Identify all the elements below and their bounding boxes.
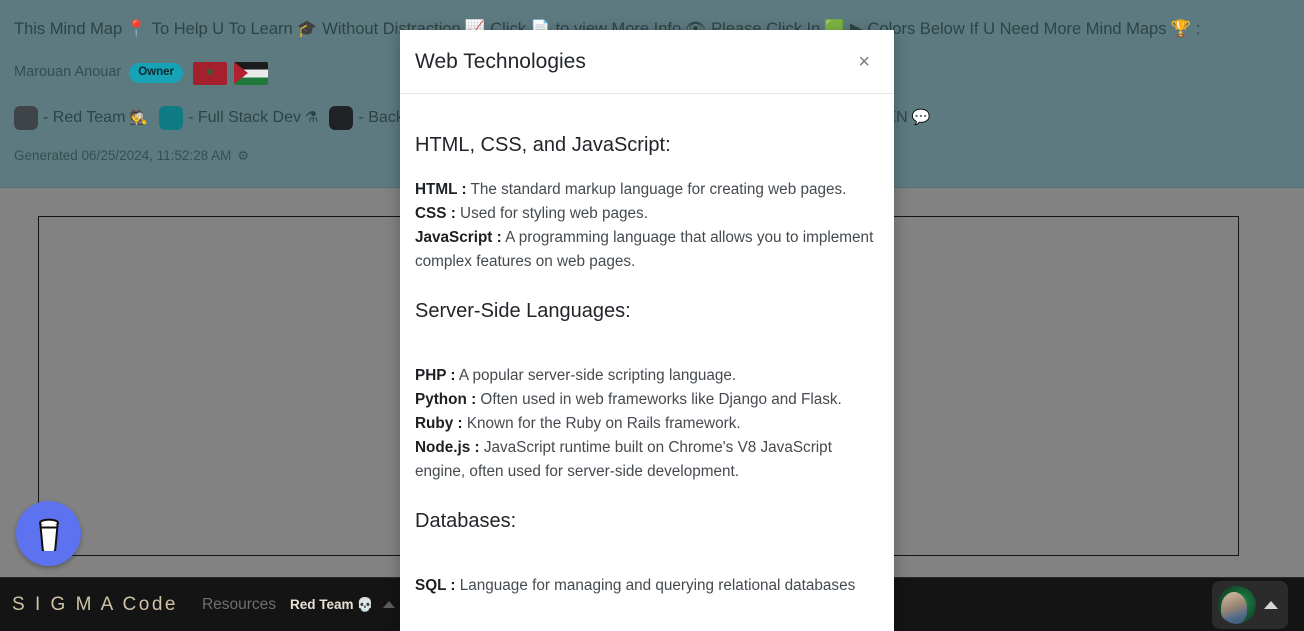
detective-icon: 🕵️ xyxy=(129,108,149,126)
modal-definition-row: PHP : A popular server-side scripting la… xyxy=(415,364,879,388)
buy-me-a-coffee-button[interactable] xyxy=(16,501,81,566)
modal-description: Used for styling web pages. xyxy=(455,205,648,222)
brand-logo[interactable]: S I G M A Code xyxy=(12,594,178,616)
skull-icon: 💀 xyxy=(356,596,374,612)
close-icon[interactable]: × xyxy=(856,52,872,72)
speech-bubble-icon: 💬 xyxy=(911,108,931,126)
legend-label: - Full Stack Dev xyxy=(188,109,302,127)
tagline-segment: This Mind Map xyxy=(14,19,123,38)
owner-badge: Owner xyxy=(129,63,184,83)
modal-term: Node.js : xyxy=(415,439,480,456)
trophy-icon: 🏆 xyxy=(1170,19,1192,38)
modal-description: Often used in web frameworks like Django… xyxy=(476,391,842,408)
modal-definition-row: CSS : Used for styling web pages. xyxy=(415,202,879,226)
modal-section-heading: Server-Side Languages: xyxy=(415,300,631,322)
modal-section-heading: Databases: xyxy=(415,510,517,532)
modal-term: JavaScript : xyxy=(415,229,502,246)
legend-color-swatch[interactable] xyxy=(14,106,38,130)
legend-item[interactable]: - Full Stack Dev ⚗ xyxy=(159,106,329,130)
modal-term: HTML : xyxy=(415,181,467,198)
modal-definition-row: Node.js : JavaScript runtime built on Ch… xyxy=(415,436,879,484)
legend-color-swatch[interactable] xyxy=(329,106,354,130)
nav-category-link[interactable]: Red Team 💀 xyxy=(290,597,373,613)
palestine-flag-icon xyxy=(234,61,269,85)
modal-header: Web Technologies × xyxy=(400,30,894,94)
legend-label: - Red Team xyxy=(43,109,126,127)
modal-section-heading: HTML, CSS, and JavaScript: xyxy=(415,134,671,156)
modal-definition-row: JavaScript : A programming language that… xyxy=(415,226,879,274)
legend-color-swatch[interactable] xyxy=(159,106,184,130)
owner-name: Marouan Anouar xyxy=(14,64,122,81)
modal-section-list: PHP : A popular server-side scripting la… xyxy=(415,364,879,484)
modal-term: SQL : xyxy=(415,577,456,594)
modal-definition-row: Ruby : Known for the Ruby on Rails frame… xyxy=(415,412,879,436)
legend-item[interactable]: - Red Team 🕵️ xyxy=(14,106,159,130)
modal-term: PHP : xyxy=(415,367,456,384)
alembic-icon: ⚗ xyxy=(305,108,319,126)
modal-section-list: HTML : The standard markup language for … xyxy=(415,178,879,274)
modal-definition-row: SQL : Language for managing and querying… xyxy=(415,574,879,598)
modal-term: Python : xyxy=(415,391,477,408)
user-account-menu[interactable] xyxy=(1212,580,1288,629)
tagline-segment: To Help U To Learn xyxy=(151,19,293,38)
morocco-flag-icon xyxy=(193,61,228,85)
modal-body: HTML, CSS, and JavaScript: HTML : The sta… xyxy=(400,94,894,631)
graduation-cap-icon: 🎓 xyxy=(296,19,318,38)
avatar[interactable] xyxy=(1218,585,1256,624)
location-pin-icon: 📍 xyxy=(126,19,147,38)
modal-title: Web Technologies xyxy=(415,50,586,73)
modal-term: CSS : xyxy=(415,205,456,222)
modal-definition-row: HTML : The standard markup language for … xyxy=(415,178,879,202)
generated-timestamp: Generated 06/25/2024, 11:52:28 AM xyxy=(14,148,232,163)
web-technologies-modal[interactable]: Web Technologies × HTML, CSS, and JavaSc… xyxy=(400,30,894,631)
modal-term: Ruby : xyxy=(415,415,463,432)
modal-section-list: SQL : Language for managing and querying… xyxy=(415,574,879,598)
tagline-segment: : xyxy=(1196,19,1201,38)
nav-resources-link[interactable]: Resources xyxy=(202,596,276,614)
gear-icon[interactable]: ⚙ xyxy=(237,148,249,163)
nav-category-label: Red Team xyxy=(290,596,354,612)
caret-up-icon[interactable] xyxy=(1264,600,1278,609)
bottom-nav-group: Resources Red Team 💀 xyxy=(202,596,396,614)
tagline-segment: Colors Below If U Need More Mind Maps xyxy=(867,19,1167,38)
modal-description: Language for managing and querying relat… xyxy=(455,577,856,594)
mindmap-page: This Mind Map 📍 To Help U To Learn 🎓 Without… xyxy=(0,0,1304,631)
modal-definition-row: Python : Often used in web frameworks li… xyxy=(415,388,879,412)
modal-description: The standard markup language for creatin… xyxy=(466,181,847,198)
caret-up-icon[interactable] xyxy=(383,601,396,608)
modal-description: A popular server-side scripting language… xyxy=(455,367,737,384)
coffee-cup-icon xyxy=(34,517,64,555)
modal-description: Known for the Ruby on Rails framework. xyxy=(462,415,741,432)
